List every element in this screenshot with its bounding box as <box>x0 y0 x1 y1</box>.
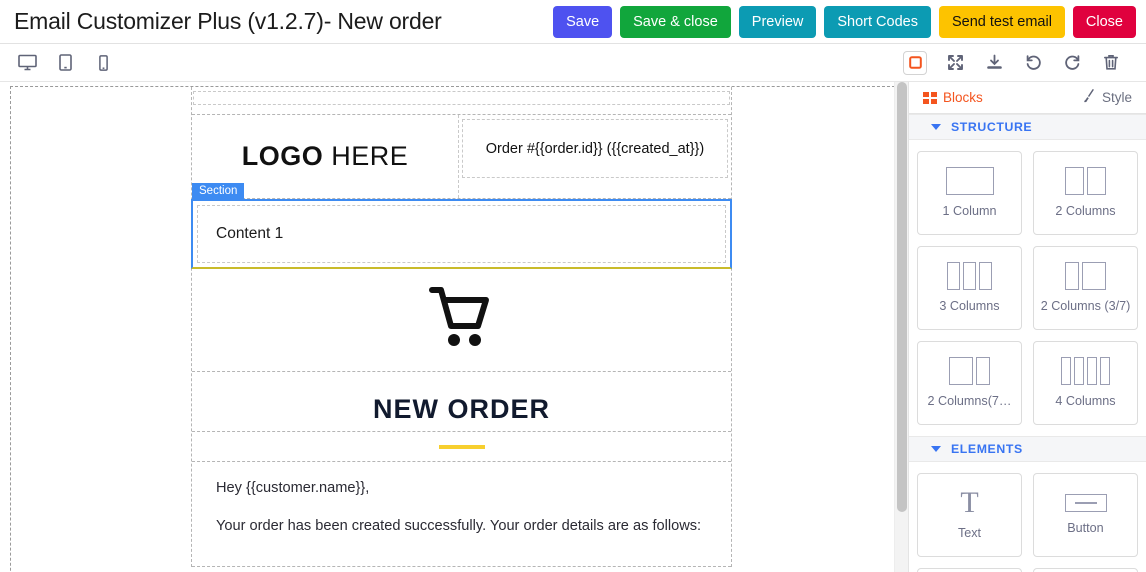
two-columns-7-3-icon <box>949 357 990 385</box>
selected-section[interactable]: Section Content 1 <box>191 199 732 269</box>
send-test-email-button[interactable]: Send test email <box>939 6 1065 38</box>
delete-icon[interactable] <box>1100 52 1122 74</box>
greeting-text: Hey {{customer.name}}, <box>216 480 711 496</box>
block-3-columns-label: 3 Columns <box>939 299 999 314</box>
element-partial-right[interactable] <box>1033 568 1138 572</box>
block-2-columns-3-7-label: 2 Columns (3/7) <box>1041 299 1131 314</box>
editor-toolbar <box>0 44 1146 82</box>
short-codes-button[interactable]: Short Codes <box>824 6 931 38</box>
logo-light-text: HERE <box>323 141 408 171</box>
tab-blocks[interactable]: Blocks <box>923 90 983 105</box>
block-1-column-label: 1 Column <box>943 204 997 219</box>
preview-button[interactable]: Preview <box>739 6 817 38</box>
two-columns-icon <box>1065 167 1106 195</box>
mobile-icon[interactable] <box>92 52 114 74</box>
email-cell[interactable] <box>193 91 730 105</box>
selected-section-cell[interactable]: Content 1 <box>197 205 726 263</box>
order-meta-cell[interactable]: Order #{{order.id}} ({{created_at}}) <box>462 119 728 178</box>
save-and-close-button[interactable]: Save & close <box>620 6 731 38</box>
logo-bold-text: LOGO <box>242 141 324 171</box>
tablet-icon[interactable] <box>54 52 76 74</box>
block-2-columns-label: 2 Columns <box>1055 204 1115 219</box>
device-switcher <box>16 52 114 74</box>
block-2-columns-7-3-label: 2 Columns(7… <box>928 394 1012 409</box>
chevron-down-icon <box>931 446 941 452</box>
redo-icon[interactable] <box>1061 52 1083 74</box>
tab-style[interactable]: Style <box>1082 89 1132 106</box>
element-text[interactable]: T Text <box>917 473 1022 557</box>
panel-tabs: Blocks Style <box>909 82 1146 114</box>
block-4-columns-label: 4 Columns <box>1055 394 1115 409</box>
email-row-body-text[interactable]: Hey {{customer.name}}, Your order has be… <box>192 462 731 567</box>
four-columns-icon <box>1061 357 1110 385</box>
toggle-borders-icon[interactable] <box>903 51 927 75</box>
email-row-divider[interactable] <box>192 432 731 462</box>
order-meta-text: Order #{{order.id}} ({{created_at}}) <box>486 141 704 157</box>
text-icon: T <box>960 489 978 517</box>
top-bar: Email Customizer Plus (v1.2.7)- New orde… <box>0 0 1146 44</box>
fullscreen-icon[interactable] <box>944 52 966 74</box>
block-3-columns[interactable]: 3 Columns <box>917 246 1022 330</box>
close-button[interactable]: Close <box>1073 6 1136 38</box>
header-actions: Save Save & close Preview Short Codes Se… <box>553 6 1136 38</box>
panel-content[interactable]: STRUCTURE 1 Column 2 Columns 3 Columns <box>909 114 1146 572</box>
three-columns-icon <box>947 262 992 290</box>
email-row-cart[interactable] <box>192 269 731 372</box>
email-template-body[interactable]: LOGO HERE Order #{{order.id}} ({{created… <box>191 87 732 567</box>
tab-blocks-label: Blocks <box>943 90 983 105</box>
save-button[interactable]: Save <box>553 6 612 38</box>
panel-section-structure-title: STRUCTURE <box>951 120 1032 134</box>
import-icon[interactable] <box>983 52 1005 74</box>
tab-style-label: Style <box>1102 90 1132 105</box>
email-row-title[interactable]: NEW ORDER <box>192 372 731 432</box>
element-button[interactable]: Button <box>1033 473 1138 557</box>
email-row-header[interactable]: LOGO HERE Order #{{order.id}} ({{created… <box>192 115 731 199</box>
block-1-column[interactable]: 1 Column <box>917 151 1022 235</box>
canvas-drop-area[interactable]: LOGO HERE Order #{{order.id}} ({{created… <box>10 86 900 572</box>
button-icon <box>1065 494 1107 512</box>
canvas-scrollbar-thumb[interactable] <box>897 82 907 512</box>
block-2-columns[interactable]: 2 Columns <box>1033 151 1138 235</box>
shopping-cart-icon <box>426 285 498 356</box>
workspace: LOGO HERE Order #{{order.id}} ({{created… <box>0 82 1146 572</box>
panel-section-elements-header[interactable]: ELEMENTS <box>909 436 1146 462</box>
panel-section-structure-header[interactable]: STRUCTURE <box>909 114 1146 140</box>
desktop-icon[interactable] <box>16 52 38 74</box>
content-text: Content 1 <box>216 225 283 243</box>
element-partial-left[interactable] <box>917 568 1022 572</box>
body-paragraph: Your order has been created successfully… <box>216 518 711 534</box>
panel-section-elements-title: ELEMENTS <box>951 442 1023 456</box>
logo-placeholder: LOGO HERE <box>242 141 409 172</box>
block-4-columns[interactable]: 4 Columns <box>1033 341 1138 425</box>
email-title-text: NEW ORDER <box>373 394 550 431</box>
one-column-icon <box>946 167 994 195</box>
email-canvas[interactable]: LOGO HERE Order #{{order.id}} ({{created… <box>0 82 908 572</box>
blocks-icon <box>923 92 937 104</box>
gold-divider <box>439 445 485 449</box>
blocks-panel: Blocks Style STRUCTURE 1 Column <box>908 82 1146 572</box>
two-columns-3-7-icon <box>1065 262 1106 290</box>
section-badge: Section <box>192 183 244 201</box>
elements-card-grid: T Text Button <box>909 462 1146 572</box>
block-2-columns-7-3[interactable]: 2 Columns(7… <box>917 341 1022 425</box>
structure-card-grid: 1 Column 2 Columns 3 Columns 2 Columns (… <box>909 140 1146 425</box>
editor-actions <box>903 51 1136 75</box>
element-button-label: Button <box>1067 521 1103 536</box>
undo-icon[interactable] <box>1022 52 1044 74</box>
email-row-spacer[interactable] <box>192 91 731 115</box>
brush-icon <box>1081 88 1098 107</box>
element-text-label: Text <box>958 526 981 541</box>
block-2-columns-3-7[interactable]: 2 Columns (3/7) <box>1033 246 1138 330</box>
page-title: Email Customizer Plus (v1.2.7)- New orde… <box>14 8 442 35</box>
canvas-scrollbar[interactable] <box>894 82 908 572</box>
chevron-down-icon <box>931 124 941 130</box>
